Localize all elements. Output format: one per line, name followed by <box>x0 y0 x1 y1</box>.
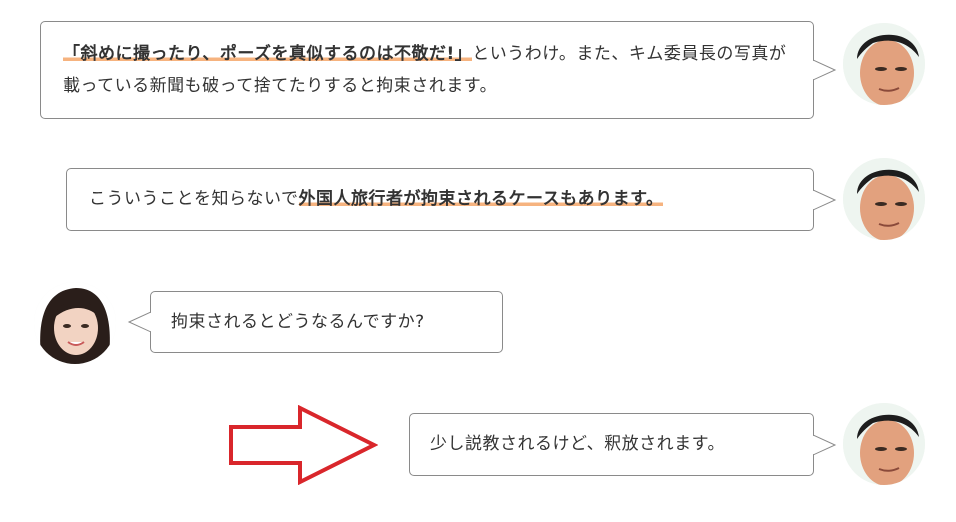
message-text: こういうことを知らないで <box>89 189 299 209</box>
right-arrow-icon <box>229 405 378 485</box>
bubble-tail-right <box>813 188 837 211</box>
highlighted-text: 「斜めに撮ったり、ポーズを真似するのは不敬だ!」 <box>63 44 473 64</box>
man-avatar <box>843 23 925 105</box>
speech-bubble-2: こういうことを知らないで外国人旅行者が拘束されるケースもあります。 <box>66 168 837 231</box>
bubble-tail-left <box>127 311 151 333</box>
speech-bubble-1: 「斜めに撮ったり、ポーズを真似するのは不敬だ!」というわけ。また、キム委員長の写… <box>40 21 837 119</box>
bubble-tail-right <box>813 59 837 81</box>
man-avatar <box>843 158 925 240</box>
speech-bubble-4: 少し説教されるけど、釈放されます。 <box>409 413 837 476</box>
bubble-tail-right <box>813 433 837 456</box>
speech-bubble-3: 拘束されるとどうなるんですか? <box>127 291 503 353</box>
man-avatar <box>843 403 925 485</box>
message-text: 少し説教されるけど、釈放されます。 <box>430 434 725 454</box>
message-text: 拘束されるとどうなるんですか? <box>171 312 425 332</box>
woman-avatar <box>34 282 116 364</box>
highlighted-text: 外国人旅行者が拘束されるケースもあります。 <box>298 189 664 209</box>
